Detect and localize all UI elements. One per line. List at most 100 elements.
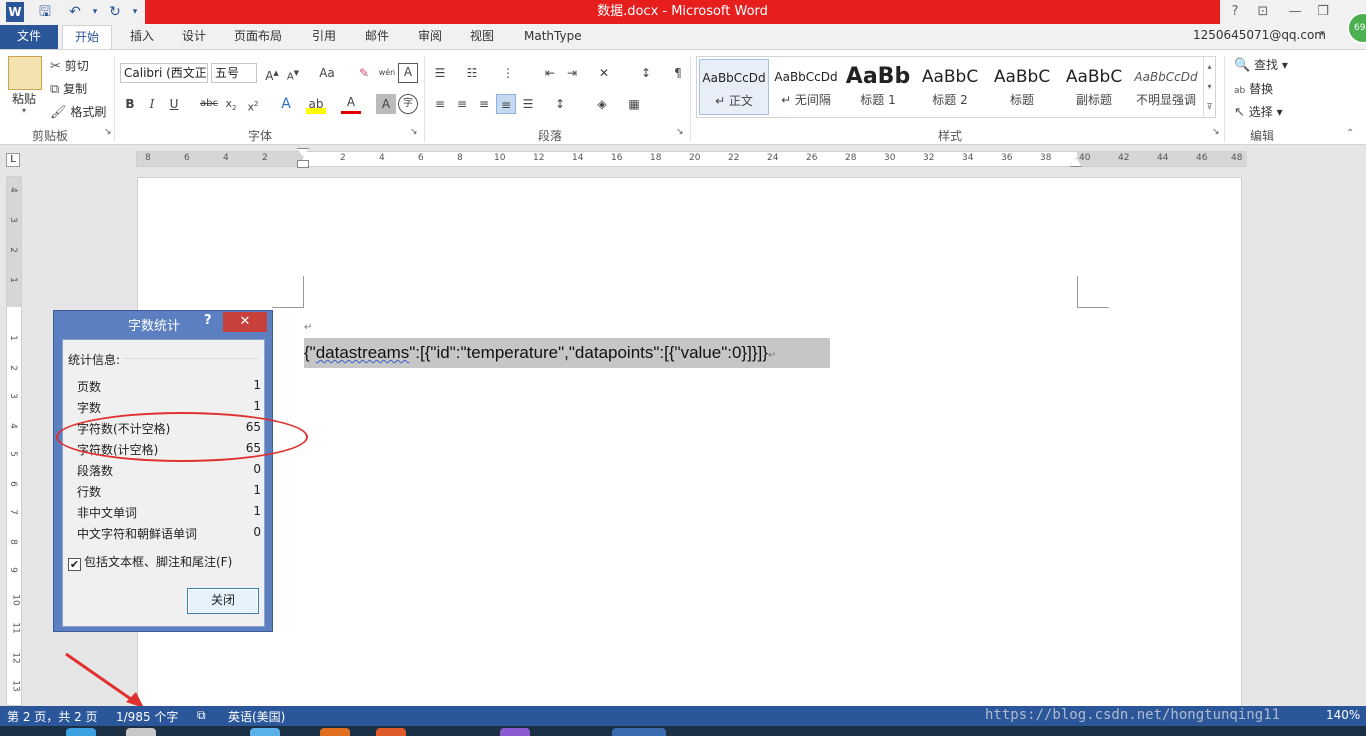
numbering-icon[interactable]: ☷ xyxy=(462,63,482,83)
misspelled-word[interactable]: datastreams xyxy=(316,343,410,362)
subscript-button[interactable]: x2 xyxy=(221,94,241,114)
style-title[interactable]: AaBbC 标题 xyxy=(987,59,1057,115)
taskbar-app-icon[interactable] xyxy=(126,728,156,736)
restore-button[interactable]: ❐ xyxy=(1310,2,1336,22)
enclose-characters-icon[interactable]: 字 xyxy=(398,94,418,114)
redo-icon[interactable]: ↻ xyxy=(104,2,126,22)
font-color-icon[interactable]: A xyxy=(341,94,361,114)
collapse-ribbon-icon[interactable]: ⌃ xyxy=(1346,128,1354,139)
tab-insert[interactable]: 插入 xyxy=(126,25,158,49)
tab-mailings[interactable]: 邮件 xyxy=(361,25,393,49)
font-launcher-icon[interactable]: ↘ xyxy=(410,127,418,137)
style-heading-2[interactable]: AaBbC 标题 2 xyxy=(915,59,985,115)
highlight-color-icon[interactable]: ab xyxy=(306,94,326,114)
language-indicator[interactable]: 英语(美国) xyxy=(228,708,285,725)
styles-scroll[interactable]: ▴ ▾ ⊽ xyxy=(1203,57,1215,117)
shading-icon[interactable]: ◈ xyxy=(592,94,612,114)
styles-launcher-icon[interactable]: ↘ xyxy=(1212,127,1220,137)
style-heading-1[interactable]: AaBb 标题 1 xyxy=(843,59,913,115)
tab-design[interactable]: 设计 xyxy=(178,25,210,49)
tab-review[interactable]: 审阅 xyxy=(414,25,446,49)
include-textboxes-checkbox[interactable]: ✔ 包括文本框、脚注和尾注(F) xyxy=(68,553,232,571)
tab-mathtype[interactable]: MathType xyxy=(520,25,586,49)
show-marks-icon[interactable]: ¶ xyxy=(668,63,688,83)
page-indicator[interactable]: 第 2 页，共 2 页 xyxy=(7,708,98,725)
justify-icon[interactable]: ≡ xyxy=(496,94,516,114)
word-app-icon[interactable]: W xyxy=(6,2,24,22)
minimize-button[interactable]: — xyxy=(1282,2,1308,22)
character-border-icon[interactable]: A xyxy=(398,63,418,83)
style-normal[interactable]: AaBbCcDd ↵ 正文 xyxy=(699,59,769,115)
tab-references[interactable]: 引用 xyxy=(308,25,340,49)
align-right-icon[interactable]: ≡ xyxy=(474,94,494,114)
account-dropdown-icon[interactable]: ▾ xyxy=(1320,29,1325,39)
tab-file[interactable]: 文件 xyxy=(0,25,58,49)
style-subtle-emphasis[interactable]: AaBbCcDd 不明显强调 xyxy=(1131,59,1201,115)
strikethrough-button[interactable]: abc xyxy=(199,94,219,114)
word-count-indicator[interactable]: 1/985 个字 xyxy=(116,708,178,725)
borders-icon[interactable]: ▦ xyxy=(624,94,644,114)
font-name-combo[interactable]: Calibri (西文正 xyxy=(120,63,208,83)
superscript-button[interactable]: x2 xyxy=(243,94,263,114)
taskbar-app-icon[interactable] xyxy=(250,728,280,736)
customize-quick-access-icon[interactable]: ▾ xyxy=(124,2,146,22)
paragraph-launcher-icon[interactable]: ↘ xyxy=(676,127,684,137)
replace-button[interactable]: ab 替换 xyxy=(1234,80,1273,97)
paste-dropdown-icon[interactable]: ▾ xyxy=(22,106,26,115)
grow-font-icon[interactable]: A▲ xyxy=(262,63,282,83)
align-center-icon[interactable]: ≡ xyxy=(452,94,472,114)
cut-button[interactable]: ✂ 剪切 xyxy=(50,57,89,74)
format-painter-button[interactable]: 🖌 格式刷 xyxy=(50,103,106,120)
undo-icon[interactable]: ↶ xyxy=(64,2,86,22)
clipboard-launcher-icon[interactable]: ↘ xyxy=(104,127,112,137)
zoom-level[interactable]: 140% xyxy=(1326,708,1360,722)
paste-icon[interactable] xyxy=(8,56,42,90)
find-button[interactable]: 🔍 查找 ▾ xyxy=(1234,56,1288,73)
tab-home[interactable]: 开始 xyxy=(62,25,112,49)
select-button[interactable]: ↖ 选择 ▾ xyxy=(1234,103,1283,120)
selected-json-text[interactable]: {"datastreams":[{"id":"temperature","dat… xyxy=(304,338,830,368)
taskbar-app-icon[interactable] xyxy=(376,728,406,736)
taskbar-word-icon[interactable] xyxy=(612,728,666,736)
clear-formatting-icon[interactable]: ✎ xyxy=(354,63,374,83)
taskbar-app-icon[interactable] xyxy=(320,728,350,736)
horizontal-ruler[interactable]: 8 6 4 2 2 4 6 8 10 12 14 16 18 20 22 24 … xyxy=(136,148,1247,168)
line-spacing-icon[interactable]: ↕ xyxy=(550,94,570,114)
distributed-icon[interactable]: ☰ xyxy=(518,94,538,114)
style-subtitle[interactable]: AaBbC 副标题 xyxy=(1059,59,1129,115)
align-left-icon[interactable]: ≡ xyxy=(430,94,450,114)
undo-dropdown-icon[interactable]: ▾ xyxy=(84,2,106,22)
sort-icon[interactable]: ↕ xyxy=(636,63,656,83)
increase-indent-icon[interactable]: ⇥ xyxy=(562,63,582,83)
close-button[interactable]: 关闭 xyxy=(187,588,259,614)
font-size-combo[interactable]: 五号 xyxy=(211,63,257,83)
change-case-button[interactable]: Aa xyxy=(312,63,342,83)
save-icon[interactable]: 🖫 xyxy=(34,2,56,22)
taskbar-app-icon[interactable] xyxy=(66,728,96,736)
dialog-help-button[interactable]: ? xyxy=(204,313,220,328)
style-no-spacing[interactable]: AaBbCcDd ↵ 无间隔 xyxy=(771,59,841,115)
underline-button[interactable]: U xyxy=(164,94,184,114)
dialog-close-icon[interactable]: ✕ xyxy=(223,312,267,332)
paste-button[interactable]: 粘贴 xyxy=(12,90,36,107)
proofing-icon[interactable]: ⧉ xyxy=(197,708,206,723)
help-button[interactable]: ? xyxy=(1222,2,1248,22)
tab-selector[interactable]: L xyxy=(6,153,20,167)
shrink-font-icon[interactable]: A▼ xyxy=(283,63,303,83)
bullets-icon[interactable]: ☰ xyxy=(430,63,450,83)
vertical-ruler[interactable]: 4 3 2 1 1 2 3 4 5 6 7 8 9 10 11 12 13 xyxy=(6,176,22,706)
text-effects-icon[interactable]: A xyxy=(276,94,296,114)
multilevel-list-icon[interactable]: ⋮ xyxy=(498,63,518,83)
left-indent-marker[interactable] xyxy=(297,160,309,168)
decrease-indent-icon[interactable]: ⇤ xyxy=(540,63,560,83)
bold-button[interactable]: B xyxy=(120,94,140,114)
copy-button[interactable]: ⧉ 复制 xyxy=(50,80,87,97)
chinese-layout-icon[interactable]: ✕ xyxy=(594,63,614,83)
phonetic-guide-button[interactable]: wén xyxy=(377,63,397,83)
taskbar-app-icon[interactable] xyxy=(500,728,530,736)
italic-button[interactable]: I xyxy=(142,94,162,114)
character-shading-icon[interactable]: A xyxy=(376,94,396,114)
tab-view[interactable]: 视图 xyxy=(466,25,498,49)
account-name[interactable]: 1250645071@qq.com xyxy=(1193,28,1326,42)
ribbon-display-options-icon[interactable]: ⊡ xyxy=(1250,2,1276,22)
